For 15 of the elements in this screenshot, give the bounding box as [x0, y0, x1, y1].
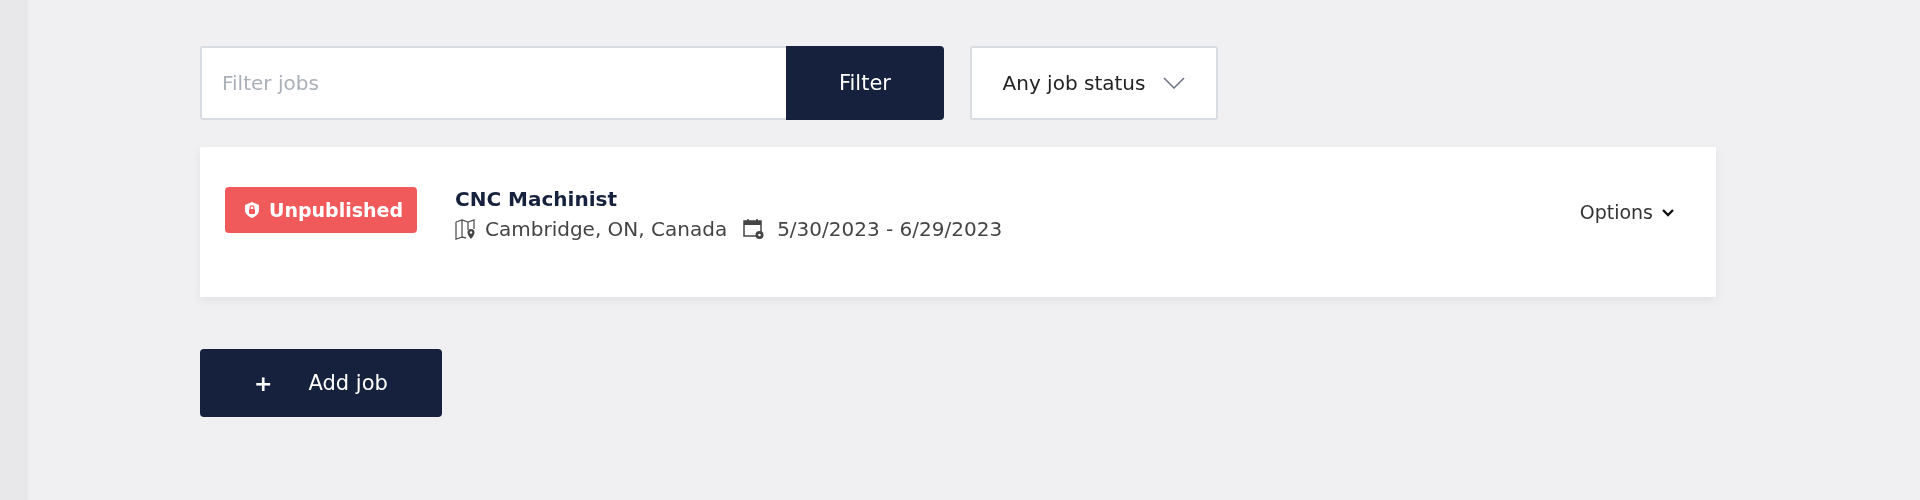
status-badge: Unpublished — [225, 187, 418, 233]
job-dates: 5/30/2023 - 6/29/2023 — [777, 217, 1003, 241]
calendar-icon — [743, 218, 766, 240]
job-status-dropdown[interactable]: Any job status — [970, 46, 1218, 120]
add-job-button[interactable]: + Add job — [200, 349, 442, 417]
chevron-down-icon — [1163, 77, 1186, 89]
map-pin-icon — [455, 218, 478, 240]
dropdown-value: Any job status — [1002, 71, 1146, 95]
filter-field[interactable]: Filter jobs — [200, 46, 786, 120]
filter-button[interactable]: Filter — [786, 46, 944, 120]
lock-shield-icon — [245, 202, 259, 218]
chevron-down-icon — [1661, 207, 1675, 217]
options-menu[interactable]: Options — [1579, 201, 1675, 223]
job-location: Cambridge, ON, Canada — [485, 217, 728, 241]
job-title: CNC Machinist — [455, 187, 618, 211]
